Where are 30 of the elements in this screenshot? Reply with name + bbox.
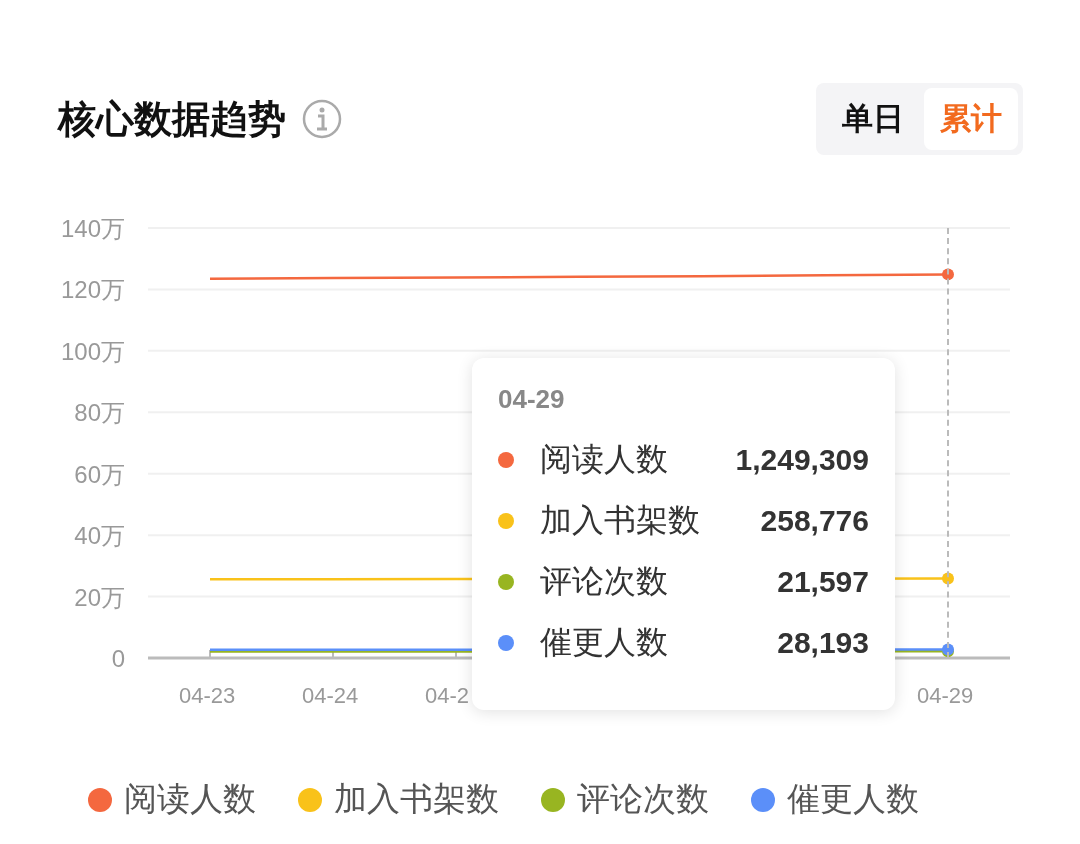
axis-label: 40万 <box>74 522 125 550</box>
series-name: 评论次数 <box>540 561 669 601</box>
legend-label[interactable]: 评论次数 <box>577 777 709 822</box>
tooltip-date: 04-29 <box>498 384 565 415</box>
axis-label: 120万 <box>60 276 125 304</box>
series-name: 催更人数 <box>540 622 669 662</box>
series-value: 21,597 <box>777 564 869 599</box>
legend-label[interactable]: 加入书架数 <box>334 777 499 822</box>
axis-label: 100万 <box>60 337 125 365</box>
axis-label: 04-24 <box>302 683 359 708</box>
data-point <box>942 268 954 281</box>
axis-label: 04-23 <box>179 683 236 708</box>
series-value: 28,193 <box>777 625 869 660</box>
axis-label: 04-29 <box>917 683 974 708</box>
axis-label: 04-2 <box>425 683 470 708</box>
series-name: 阅读人数 <box>540 439 669 479</box>
axis-label: 80万 <box>74 399 125 427</box>
series-value: 1,249,309 <box>735 442 869 477</box>
series-value: 258,776 <box>760 503 869 538</box>
legend-label[interactable]: 催更人数 <box>787 777 919 822</box>
mode-tab[interactable]: 单日 <box>826 88 920 150</box>
data-point <box>942 572 954 585</box>
info-icon[interactable] <box>302 99 342 139</box>
axis-label: 140万 <box>60 215 125 242</box>
series-name: 加入书架数 <box>540 500 701 540</box>
axis-label: 60万 <box>74 460 125 488</box>
chart-title: 核心数据趋势 <box>58 96 286 142</box>
legend-label[interactable]: 阅读人数 <box>124 777 256 822</box>
axis-label: 20万 <box>74 583 125 611</box>
axis-label: 0 <box>111 645 125 672</box>
